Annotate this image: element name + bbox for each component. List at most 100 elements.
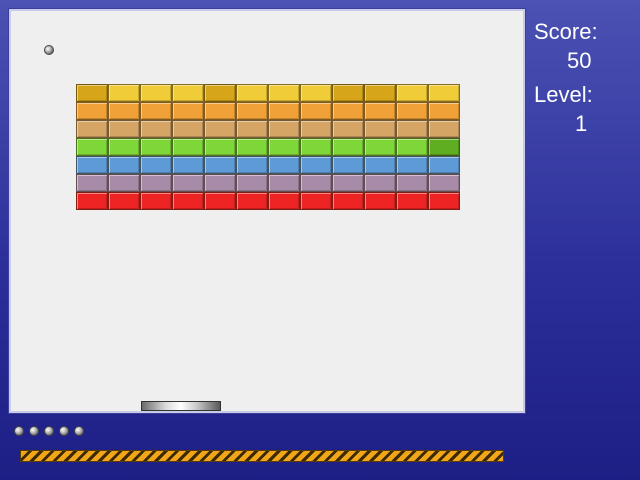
brick xyxy=(236,120,268,138)
brick xyxy=(268,84,300,102)
brick xyxy=(364,120,396,138)
score-value: 50 xyxy=(567,48,592,73)
power-bar xyxy=(20,450,504,462)
brick xyxy=(108,84,140,102)
brick xyxy=(140,138,172,156)
brick xyxy=(300,138,332,156)
brick xyxy=(428,138,460,156)
brick xyxy=(140,174,172,192)
brick xyxy=(76,102,108,120)
level-value: 1 xyxy=(575,111,588,136)
brick xyxy=(332,120,364,138)
brick xyxy=(396,138,428,156)
brick xyxy=(364,84,396,102)
brick xyxy=(204,138,236,156)
brick xyxy=(76,156,108,174)
brick xyxy=(76,192,108,210)
brick xyxy=(364,174,396,192)
brick xyxy=(236,192,268,210)
brick-wall xyxy=(76,84,460,210)
brick xyxy=(140,192,172,210)
brick xyxy=(236,84,268,102)
brick xyxy=(108,138,140,156)
brick xyxy=(76,120,108,138)
brick xyxy=(172,102,204,120)
brick xyxy=(428,156,460,174)
brick xyxy=(396,174,428,192)
brick xyxy=(172,192,204,210)
brick xyxy=(172,138,204,156)
brick xyxy=(140,120,172,138)
brick xyxy=(364,192,396,210)
brick xyxy=(108,174,140,192)
brick xyxy=(172,156,204,174)
brick xyxy=(140,84,172,102)
brick xyxy=(204,192,236,210)
life-ball-icon xyxy=(29,426,39,436)
brick xyxy=(300,120,332,138)
brick xyxy=(268,174,300,192)
brick xyxy=(300,156,332,174)
brick xyxy=(108,102,140,120)
brick xyxy=(300,174,332,192)
brick xyxy=(396,84,428,102)
brick xyxy=(332,102,364,120)
brick xyxy=(204,102,236,120)
brick xyxy=(140,156,172,174)
brick xyxy=(268,156,300,174)
brick xyxy=(428,102,460,120)
brick xyxy=(76,174,108,192)
brick xyxy=(172,84,204,102)
life-ball-icon xyxy=(59,426,69,436)
brick xyxy=(332,84,364,102)
brick xyxy=(428,84,460,102)
brick xyxy=(428,174,460,192)
playfield[interactable] xyxy=(8,8,526,414)
score-label: Score: xyxy=(534,19,598,44)
brick xyxy=(428,192,460,210)
brick xyxy=(396,120,428,138)
brick xyxy=(108,156,140,174)
brick xyxy=(300,84,332,102)
brick xyxy=(108,192,140,210)
brick xyxy=(268,192,300,210)
brick xyxy=(204,156,236,174)
paddle[interactable] xyxy=(141,401,221,411)
brick xyxy=(76,138,108,156)
brick xyxy=(268,102,300,120)
brick xyxy=(364,138,396,156)
brick xyxy=(172,120,204,138)
brick xyxy=(140,102,172,120)
brick xyxy=(332,156,364,174)
brick xyxy=(268,138,300,156)
brick xyxy=(332,174,364,192)
brick xyxy=(396,156,428,174)
brick xyxy=(76,84,108,102)
brick xyxy=(332,192,364,210)
lives-indicator xyxy=(14,426,84,436)
brick xyxy=(268,120,300,138)
brick xyxy=(108,120,140,138)
brick xyxy=(396,192,428,210)
life-ball-icon xyxy=(14,426,24,436)
brick xyxy=(236,102,268,120)
brick xyxy=(364,156,396,174)
brick xyxy=(236,138,268,156)
brick xyxy=(428,120,460,138)
brick xyxy=(204,84,236,102)
brick xyxy=(332,138,364,156)
brick xyxy=(172,174,204,192)
brick xyxy=(236,156,268,174)
brick xyxy=(300,192,332,210)
brick xyxy=(204,120,236,138)
brick xyxy=(396,102,428,120)
brick xyxy=(364,102,396,120)
ball xyxy=(44,45,54,55)
level-label: Level: xyxy=(534,82,593,107)
power-bar-fill xyxy=(21,451,503,461)
brick xyxy=(300,102,332,120)
brick xyxy=(204,174,236,192)
brick xyxy=(236,174,268,192)
life-ball-icon xyxy=(44,426,54,436)
life-ball-icon xyxy=(74,426,84,436)
